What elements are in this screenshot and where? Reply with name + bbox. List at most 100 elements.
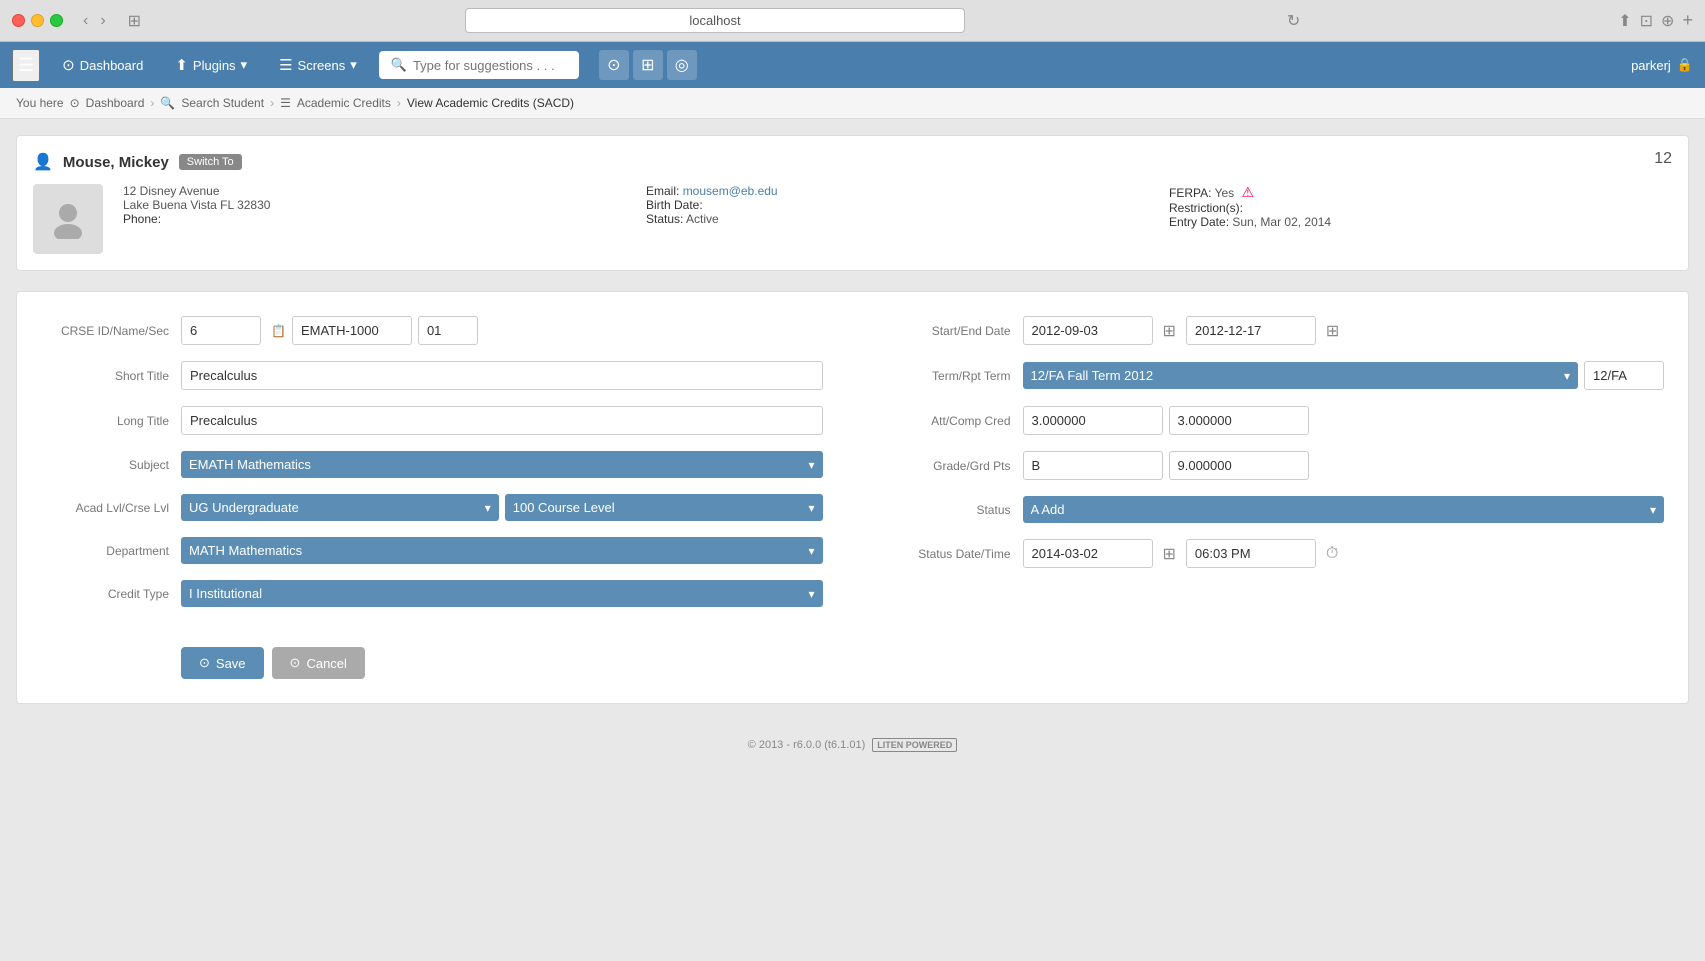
home-icon: ⊙	[70, 96, 80, 110]
rpt-term-input[interactable]	[1584, 361, 1664, 390]
breadcrumb-search-student[interactable]: Search Student	[181, 96, 264, 110]
term-rpt-row: Term/Rpt Term 12/FA Fall Term 2012	[883, 361, 1665, 390]
end-date-input[interactable]	[1186, 316, 1316, 345]
status-time-input[interactable]	[1186, 539, 1316, 568]
save-label: Save	[216, 656, 246, 671]
subject-select[interactable]: EMATH Mathematics	[181, 451, 823, 478]
crse-row: CRSE ID/Name/Sec 📋	[41, 316, 823, 345]
subject-row: Subject EMATH Mathematics	[41, 451, 823, 478]
address2-value: Lake Buena Vista FL 32830	[123, 198, 270, 212]
student-name: Mouse, Mickey	[63, 154, 169, 171]
search-input[interactable]	[413, 58, 567, 73]
status-date-row: Status Date/Time ⊞ ⏱	[883, 539, 1665, 568]
back-button[interactable]: ‹	[79, 10, 92, 32]
minimize-button[interactable]	[31, 14, 44, 27]
restrictions-line: Restriction(s):	[1169, 201, 1672, 215]
crse-id-input[interactable]	[181, 316, 261, 345]
cancel-icon: ⊙	[290, 655, 301, 671]
long-title-input[interactable]	[181, 406, 823, 435]
crse-label: CRSE ID/Name/Sec	[41, 324, 181, 338]
start-date-calendar-button[interactable]: ⊞	[1159, 317, 1180, 345]
action-btn-2[interactable]: ⊞	[633, 50, 663, 80]
acad-lvl-select-wrapper: UG Undergraduate	[181, 494, 499, 521]
department-fields: MATH Mathematics	[181, 537, 823, 564]
form-panel: CRSE ID/Name/Sec 📋 Short Title	[16, 291, 1689, 704]
grade-input[interactable]	[1023, 451, 1163, 480]
maximize-button[interactable]	[50, 14, 63, 27]
email-link[interactable]: mousem@eb.edu	[683, 184, 778, 198]
status-date-calendar-button[interactable]: ⊞	[1159, 540, 1180, 568]
short-title-input[interactable]	[181, 361, 823, 390]
att-cred-input[interactable]	[1023, 406, 1163, 435]
subject-fields: EMATH Mathematics	[181, 451, 823, 478]
download-button[interactable]: ⊕	[1661, 10, 1674, 31]
grd-pts-input[interactable]	[1169, 451, 1309, 480]
breadcrumb-academic-credits[interactable]: Academic Credits	[297, 96, 391, 110]
att-comp-row: Att/Comp Cred	[883, 406, 1665, 435]
refresh-button[interactable]: ↻	[1287, 11, 1300, 31]
hamburger-menu-button[interactable]: ☰	[12, 49, 40, 82]
crse-name-input[interactable]	[292, 316, 412, 345]
plugins-icon: ⬆	[175, 56, 188, 74]
close-button[interactable]	[12, 14, 25, 27]
action-btn-1[interactable]: ⊙	[599, 50, 629, 80]
crse-sec-input[interactable]	[418, 316, 478, 345]
dashboard-icon: ⊙	[62, 56, 75, 74]
status-date-input[interactable]	[1023, 539, 1153, 568]
term-rpt-fields: 12/FA Fall Term 2012	[1023, 361, 1665, 390]
crse-id-icon[interactable]: 📋	[271, 324, 286, 338]
browser-nav: ‹ ›	[79, 10, 110, 32]
department-row: Department MATH Mathematics	[41, 537, 823, 564]
you-here-label: You here	[16, 96, 64, 110]
save-icon: ⊙	[199, 655, 210, 671]
ferpa-label: FERPA:	[1169, 186, 1211, 200]
start-end-date-fields: ⊞ ⊞	[1023, 316, 1665, 345]
switch-to-button[interactable]: Switch To	[179, 154, 242, 170]
student-name-bar: 👤 Mouse, Mickey Switch To	[33, 152, 1672, 172]
crse-lvl-select[interactable]: 100 Course Level	[505, 494, 823, 521]
start-date-input[interactable]	[1023, 316, 1153, 345]
status-select[interactable]: A Add	[1023, 496, 1665, 523]
browser-actions: ⬆ ⊡ ⊕ +	[1618, 10, 1693, 31]
acad-lvl-label: Acad Lvl/Crse Lvl	[41, 501, 181, 515]
short-title-row: Short Title	[41, 361, 823, 390]
student-id-badge: 12	[1654, 150, 1672, 168]
status-time-clock-button[interactable]: ⏱	[1322, 541, 1342, 567]
screens-nav-button[interactable]: ☰ Screens ▾	[269, 50, 367, 80]
department-select[interactable]: MATH Mathematics	[181, 537, 823, 564]
status-info-value: Active	[686, 212, 719, 226]
student-card: 👤 Mouse, Mickey Switch To 12 Disney Ave	[16, 135, 1689, 271]
grade-grd-fields	[1023, 451, 1665, 480]
acad-lvl-select[interactable]: UG Undergraduate	[181, 494, 499, 521]
credit-type-select[interactable]: I Institutional	[181, 580, 823, 607]
new-tab-button[interactable]: +	[1682, 10, 1693, 31]
comp-cred-input[interactable]	[1169, 406, 1309, 435]
form-right-column: Start/End Date ⊞ ⊞ Term/Rpt Term 12	[883, 316, 1665, 623]
search-bar[interactable]: 🔍	[379, 51, 579, 79]
hamburger-icon: ☰	[18, 55, 34, 75]
cancel-button[interactable]: ⊙ Cancel	[272, 647, 365, 679]
status-line: Status: Active	[646, 212, 1149, 226]
acad-lvl-fields: UG Undergraduate 100 Course Level	[181, 494, 823, 521]
email-label: Email:	[646, 184, 679, 198]
dashboard-nav-button[interactable]: ⊙ Dashboard	[52, 50, 153, 80]
dashboard-nav-label: Dashboard	[80, 58, 144, 73]
action-buttons: ⊙ ⊞ ◎	[599, 50, 697, 80]
breadcrumb-dashboard[interactable]: Dashboard	[86, 96, 145, 110]
sidebar-toggle-button[interactable]: ⊞	[122, 9, 147, 33]
search-icon: 🔍	[391, 57, 407, 73]
user-area: parkerj 🔒	[1631, 57, 1693, 73]
end-date-calendar-button[interactable]: ⊞	[1322, 317, 1343, 345]
duplicate-button[interactable]: ⊡	[1640, 10, 1653, 31]
share-button[interactable]: ⬆	[1618, 10, 1631, 31]
save-button[interactable]: ⊙ Save	[181, 647, 264, 679]
entry-date-value: Sun, Mar 02, 2014	[1232, 215, 1331, 229]
term-select[interactable]: 12/FA Fall Term 2012	[1023, 362, 1579, 389]
plugins-nav-button[interactable]: ⬆ Plugins ▾	[165, 50, 257, 80]
subject-label: Subject	[41, 458, 181, 472]
action-btn-3[interactable]: ◎	[667, 50, 697, 80]
credit-type-fields: I Institutional	[181, 580, 823, 607]
crse-lvl-select-wrapper: 100 Course Level	[505, 494, 823, 521]
grade-grd-row: Grade/Grd Pts	[883, 451, 1665, 480]
forward-button[interactable]: ›	[96, 10, 109, 32]
